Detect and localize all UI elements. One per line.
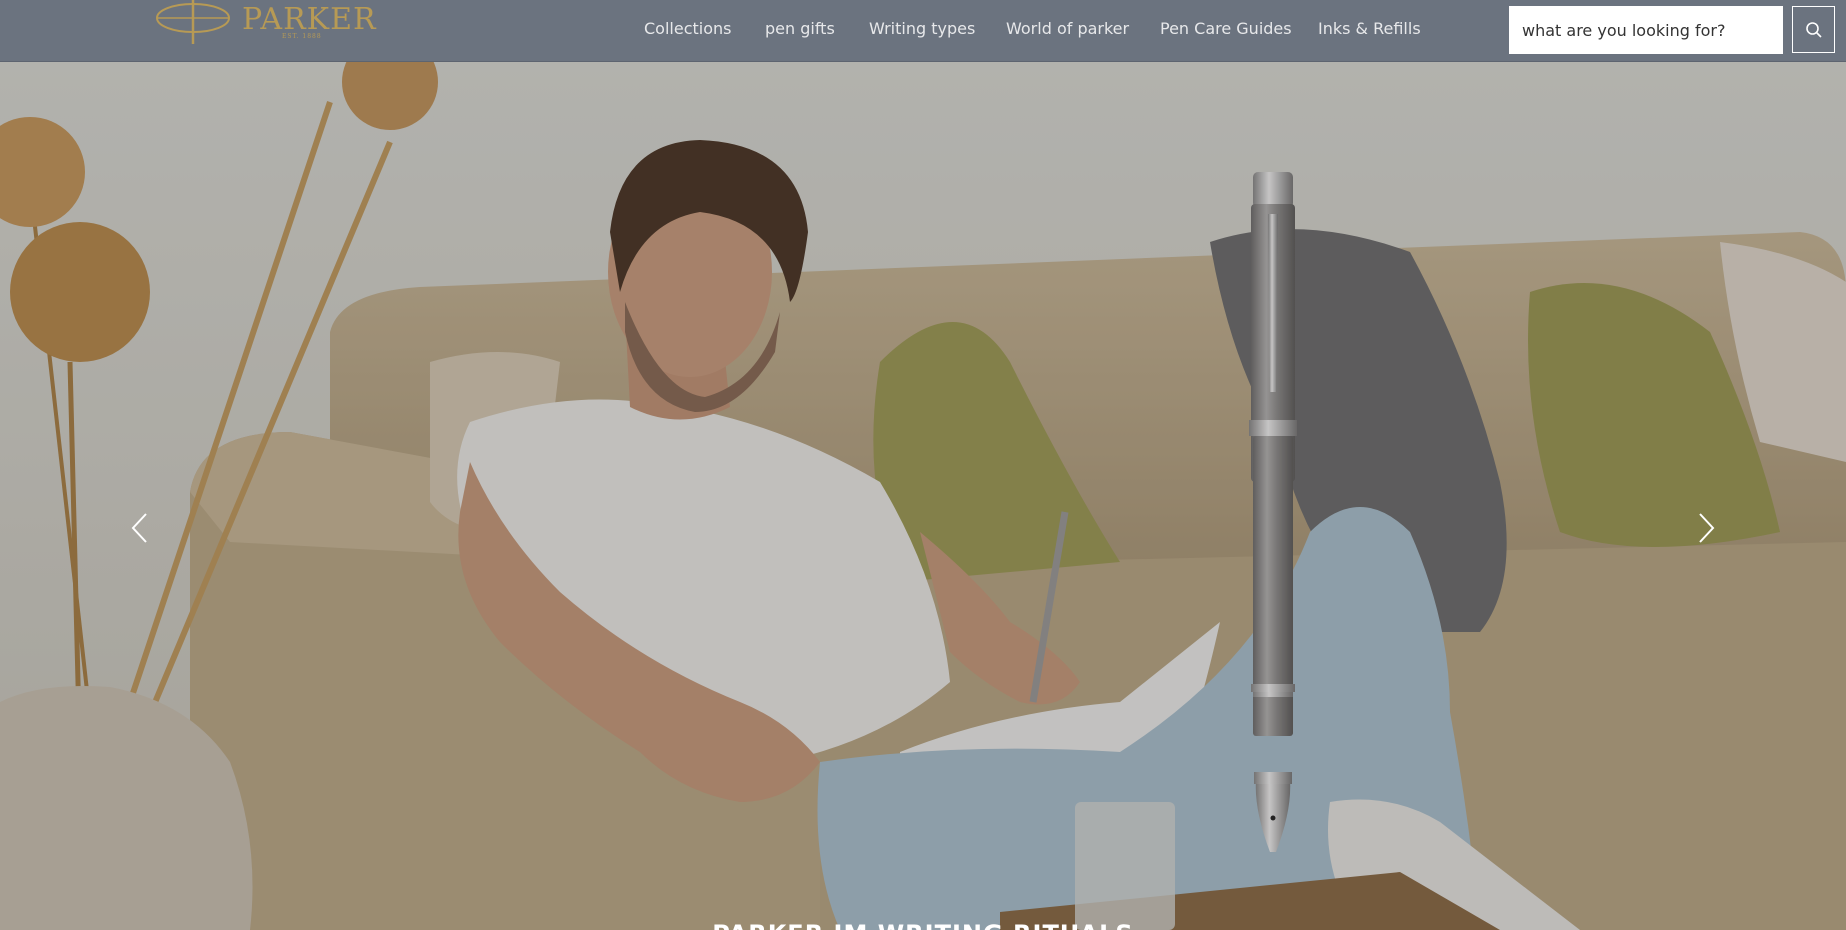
nav-collections[interactable]: Collections [644,19,731,39]
carousel-next-button[interactable] [1686,502,1726,554]
nav-writing-types[interactable]: Writing types [869,19,975,39]
carousel-prev-button[interactable] [120,502,160,554]
nav-world-of-parker[interactable]: World of parker [1006,19,1129,39]
hero-overlay [0,62,1846,930]
main-nav: Collections pen gifts Writing types Worl… [0,0,1500,60]
nav-inks-refills[interactable]: Inks & Refills [1318,19,1421,39]
search-input[interactable] [1509,6,1783,54]
chevron-right-icon [1699,513,1715,543]
nav-pen-care-guides[interactable]: Pen Care Guides [1160,19,1292,39]
search-button[interactable] [1792,6,1835,53]
search-icon [1805,21,1822,38]
nav-pen-gifts[interactable]: pen gifts [765,19,835,39]
chevron-left-icon [131,513,147,543]
hero-caption: PARKER IM WRITING RITUALS [0,920,1846,930]
site-header: PARKER EST. 1888 Collections pen gifts W… [0,0,1846,62]
hero-carousel: PARKER IM WRITING RITUALS [0,62,1846,930]
